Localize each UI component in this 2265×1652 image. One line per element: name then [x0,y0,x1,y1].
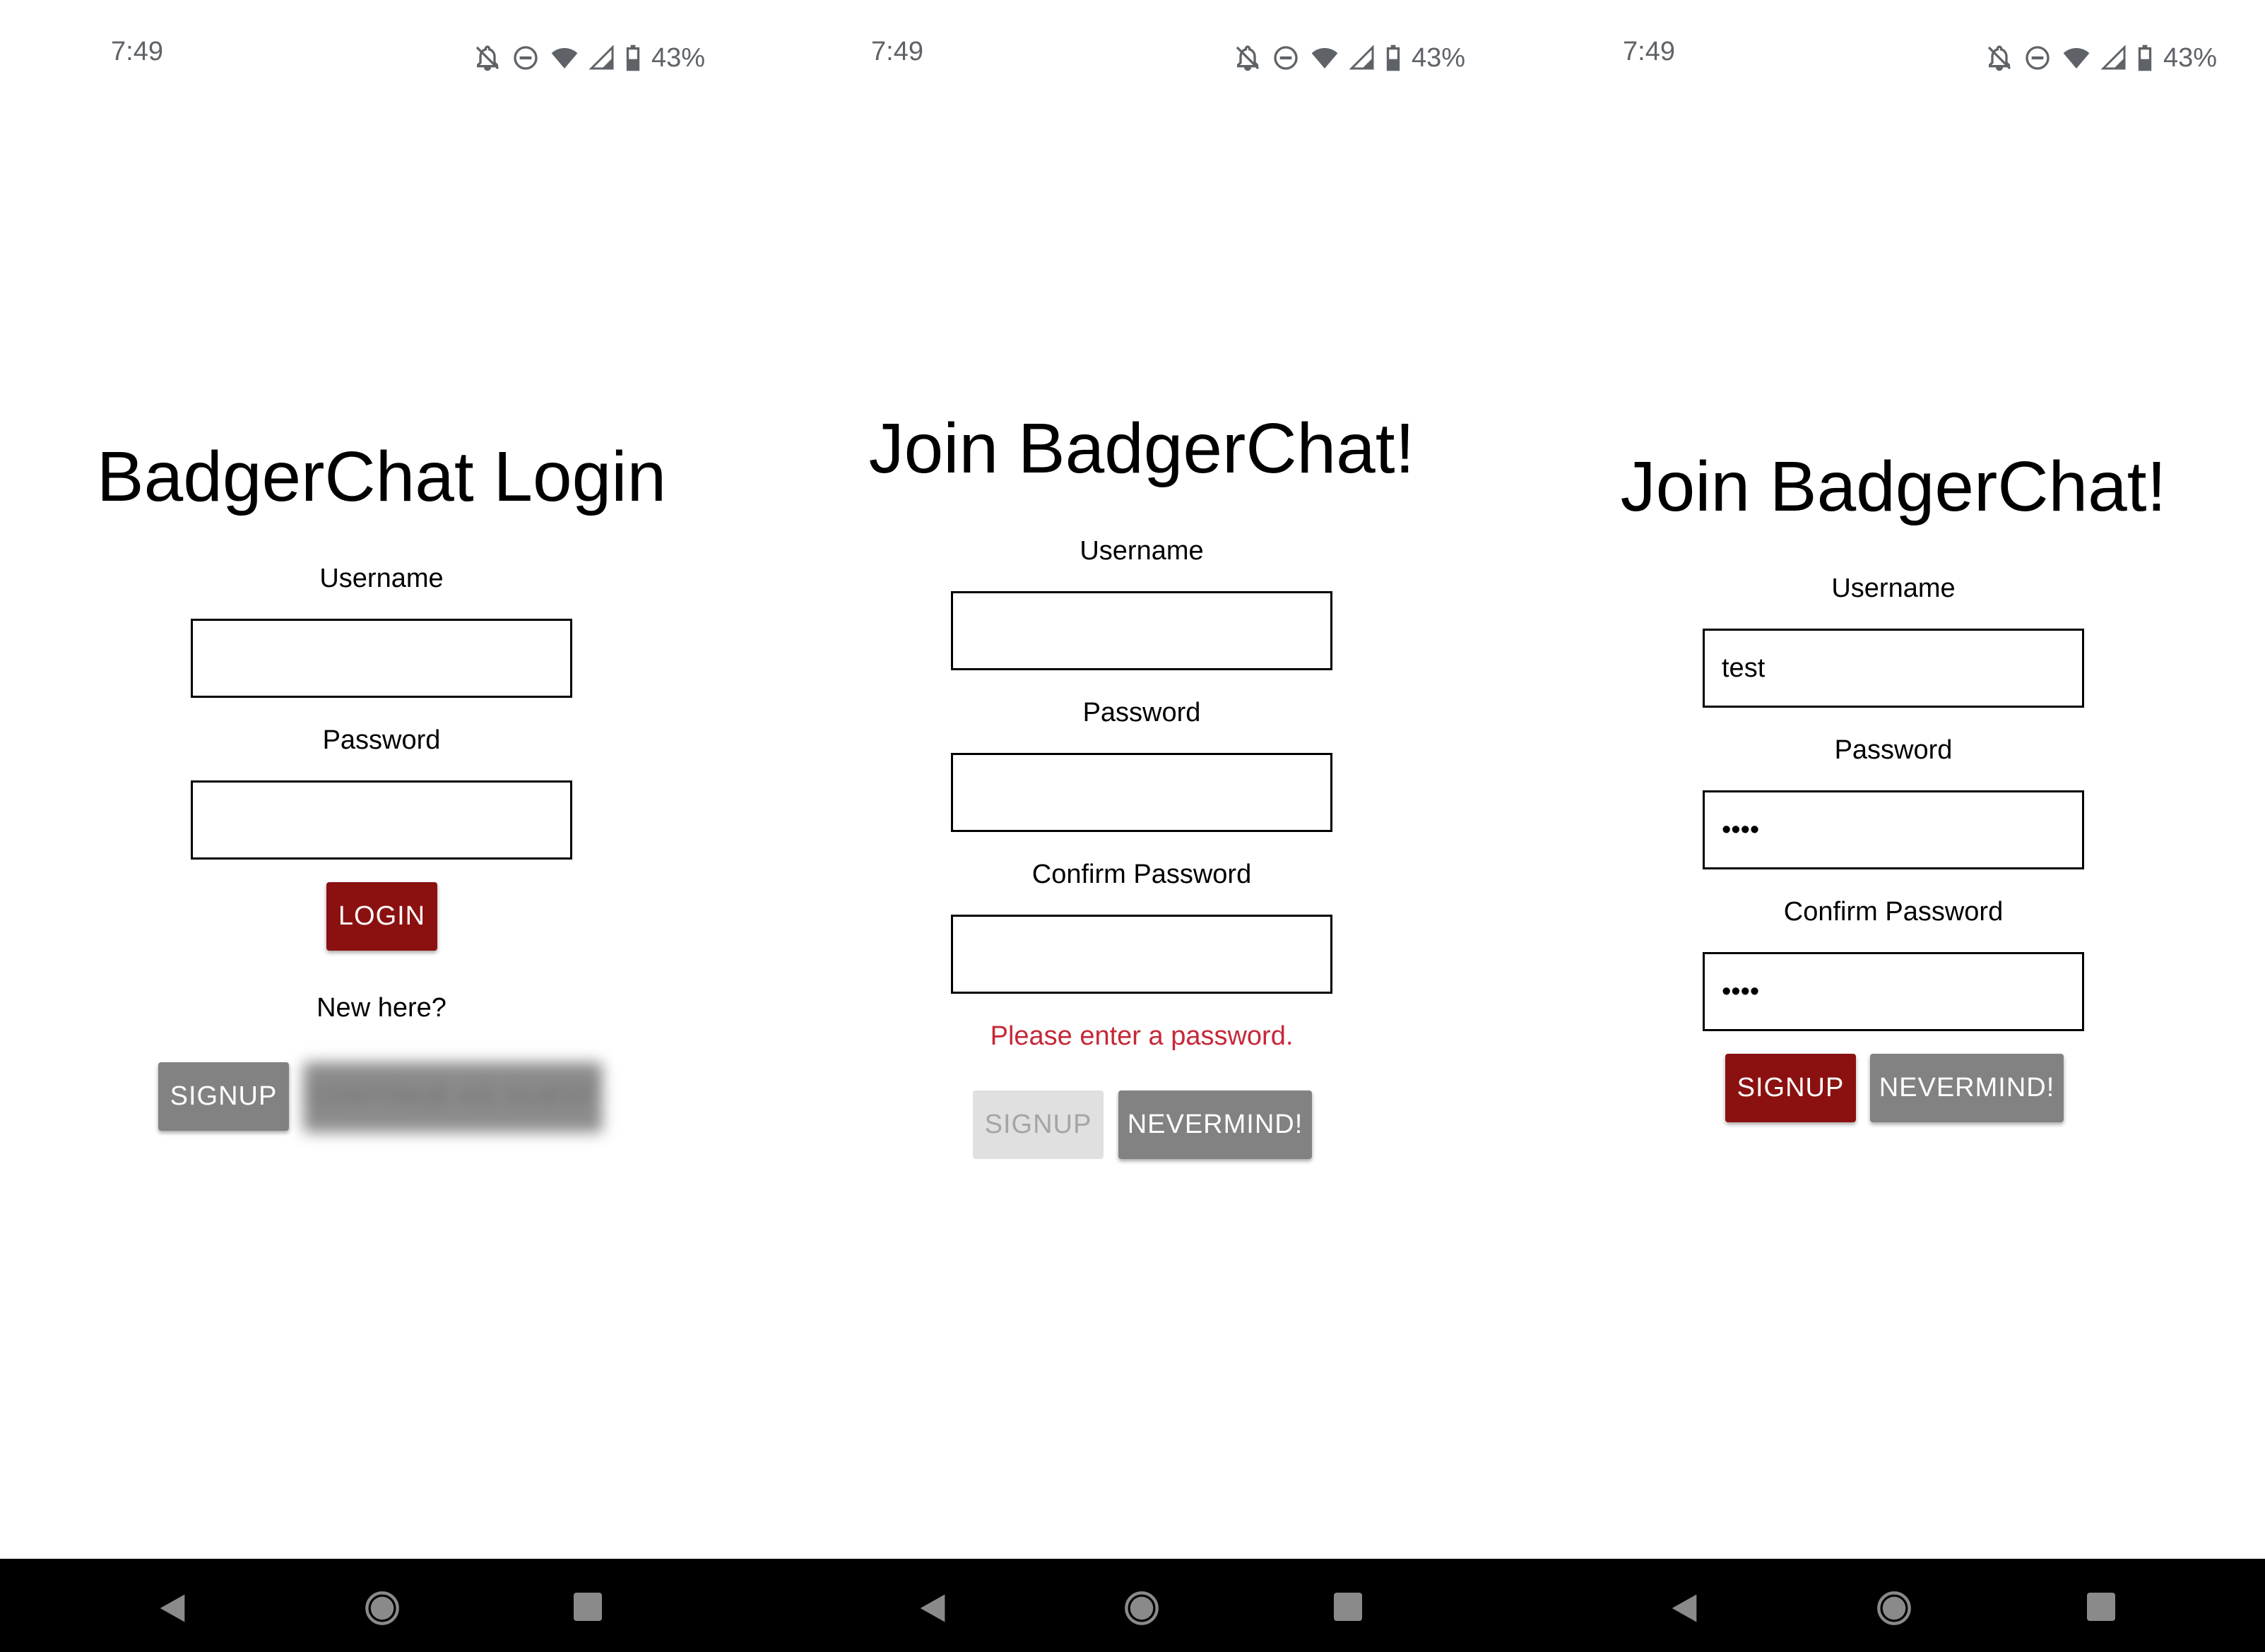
status-icons: 43% [1234,37,1465,79]
status-time: 7:49 [111,37,163,66]
page-title: Join BadgerChat! [868,409,1415,488]
password-input[interactable]: •••• [1703,790,2084,869]
username-input[interactable]: test [1703,629,2084,708]
recents-icon[interactable] [1331,1590,1365,1624]
cell-signal-icon [1349,44,1374,70]
battery-icon [1386,44,1400,71]
confirm-password-input[interactable]: •••• [1703,952,2084,1031]
status-time: 7:49 [1623,37,1675,66]
nevermind-button[interactable]: NEVERMIND! [1870,1054,2064,1122]
wifi-icon [2063,48,2090,69]
battery-icon [626,44,640,71]
status-icons: 43% [473,37,705,79]
signup-button[interactable]: SIGNUP [973,1091,1104,1159]
password-label: Password [1082,698,1201,727]
status-icons: 43% [1985,37,2217,79]
guest-button[interactable]: CONTINUE AS GUEST [304,1062,602,1131]
error-message: Please enter a password. [990,1021,1294,1051]
username-label: Username [1831,574,1956,603]
page-title: Join BadgerChat! [1620,447,2167,526]
battery-icon [2138,44,2152,71]
back-icon[interactable] [1666,1590,1703,1627]
navigation-bar [0,1559,2265,1652]
page-title: BadgerChat Login [96,437,667,516]
password-label: Password [322,725,441,755]
new-here-text: New here? [317,993,447,1023]
username-input[interactable] [191,619,572,698]
wifi-icon [1311,48,1338,69]
username-label: Username [1080,536,1204,566]
username-input[interactable] [951,591,1332,670]
bell-off-icon [1987,45,2011,71]
password-input[interactable] [951,753,1332,832]
login-button[interactable]: LOGIN [326,882,437,951]
cell-signal-icon [589,44,614,70]
password-label: Password [1834,735,1953,765]
cell-signal-icon [2101,44,2126,70]
battery-percent: 43% [1412,42,1466,73]
do-not-disturb-icon [1274,46,1298,70]
bell-off-icon [475,45,499,71]
battery-percent: 43% [2163,42,2218,73]
back-icon[interactable] [154,1590,191,1627]
battery-percent: 43% [651,42,706,73]
signup-button[interactable]: SIGNUP [158,1062,289,1131]
wifi-icon [551,48,578,69]
home-icon[interactable] [1123,1590,1160,1627]
status-time: 7:49 [871,37,923,66]
confirm-password-label: Confirm Password [1031,860,1252,889]
home-icon[interactable] [1876,1590,1912,1627]
nevermind-button[interactable]: NEVERMIND! [1118,1091,1312,1159]
back-icon[interactable] [914,1590,951,1627]
username-label: Username [319,564,444,593]
password-input[interactable] [191,780,572,860]
recents-icon[interactable] [571,1590,605,1624]
do-not-disturb-icon [2026,46,2050,70]
recents-icon[interactable] [2084,1590,2118,1624]
do-not-disturb-icon [514,46,538,70]
signup-button[interactable]: SIGNUP [1725,1054,1856,1122]
confirm-password-input[interactable] [951,915,1332,994]
home-icon[interactable] [364,1590,401,1627]
confirm-password-label: Confirm Password [1783,897,2004,927]
bell-off-icon [1236,45,1260,71]
